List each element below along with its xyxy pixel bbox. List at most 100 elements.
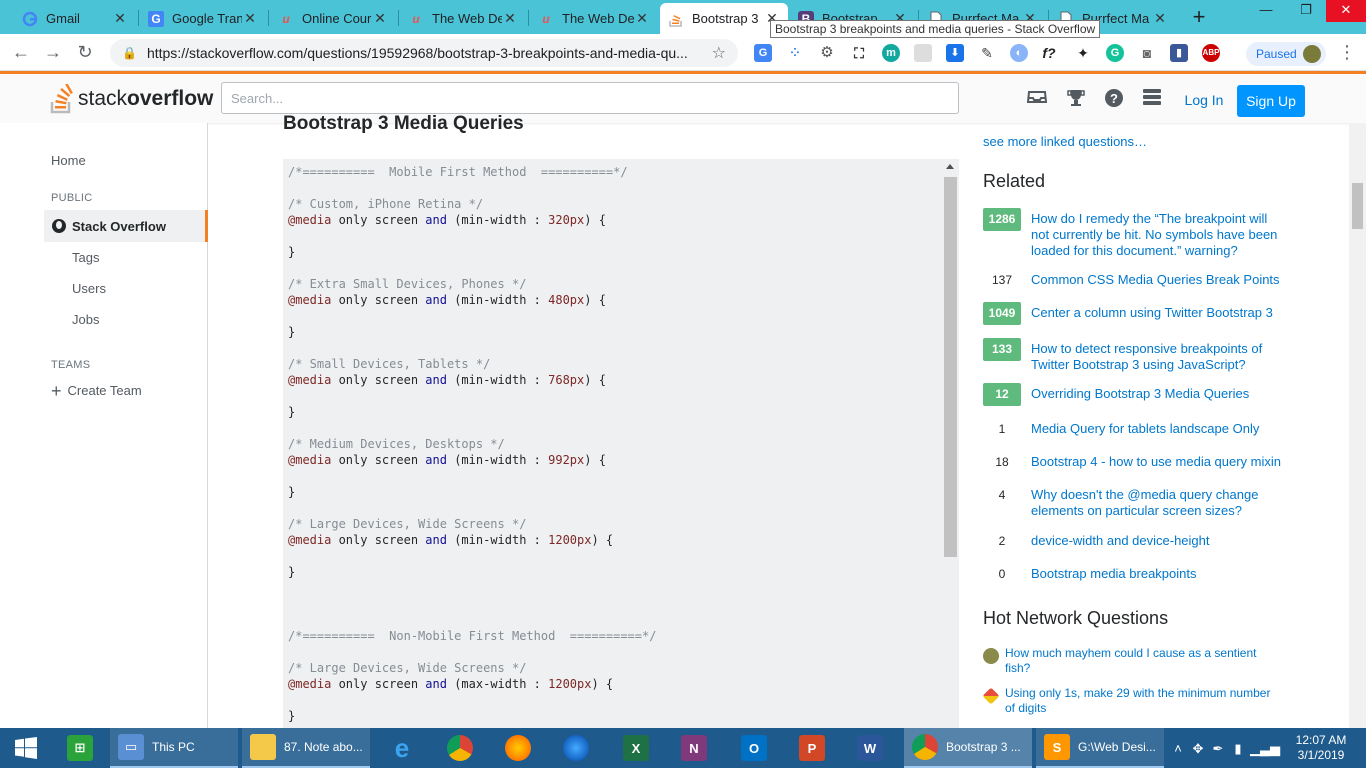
maximize-button[interactable]: ❐ — [1286, 0, 1326, 22]
code-block[interactable]: /*========== Mobile First Method =======… — [283, 159, 959, 728]
bookmark-extension-icon[interactable]: ▮ — [1170, 44, 1188, 62]
gear-extension-icon[interactable]: ⚙ — [818, 44, 836, 62]
tab-title: The Web De — [562, 11, 634, 26]
download-extension-icon[interactable]: ⬇ — [946, 44, 964, 62]
help-icon[interactable]: ? — [1103, 88, 1125, 110]
back-button[interactable]: ← — [10, 42, 32, 64]
score-badge: 18 — [983, 451, 1021, 474]
create-team-link[interactable]: + Create Team — [51, 382, 142, 400]
taskbar-chrome[interactable] — [436, 728, 484, 768]
taskbar-firefox[interactable] — [494, 728, 542, 768]
fonts-extension-icon[interactable]: f? — [1040, 44, 1058, 62]
see-more-linked-link[interactable]: see more linked questions… — [983, 134, 1147, 149]
tab-gmail[interactable]: Gmail ✕ — [14, 3, 136, 34]
nav-home[interactable]: Home — [51, 153, 86, 168]
scroll-up-arrow-icon[interactable] — [946, 164, 954, 169]
system-clock[interactable]: 12:07 AM 3/1/2019 — [1288, 733, 1354, 763]
search-input[interactable]: Search... — [221, 82, 959, 114]
taskbar-outlook[interactable]: O — [730, 728, 778, 768]
nav-tags[interactable]: Tags — [72, 250, 99, 265]
taskbar-chrome-window[interactable]: Bootstrap 3 ... — [904, 728, 1032, 768]
sign-up-button[interactable]: Sign Up — [1237, 85, 1305, 117]
related-link[interactable]: Bootstrap 4 - how to use media query mix… — [1031, 451, 1281, 470]
bookmark-star-icon[interactable]: ☆ — [712, 43, 726, 63]
site-switcher-icon[interactable] — [1141, 88, 1163, 110]
code-scrollbar-thumb[interactable] — [944, 177, 957, 557]
tray-chevron-up-icon[interactable]: ˄ — [1170, 741, 1186, 756]
stackoverflow-logo[interactable]: stack overflow — [50, 82, 213, 116]
compass-extension-icon[interactable]: ◐ — [1010, 44, 1028, 62]
taskbar-powerpoint[interactable]: P — [788, 728, 836, 768]
tab-bootstrap-3-active[interactable]: Bootstrap 3 ✕ — [660, 3, 788, 34]
code-scrollbar[interactable] — [942, 159, 959, 728]
related-link[interactable]: Media Query for tablets landscape Only — [1031, 418, 1259, 437]
word-icon: W — [857, 735, 883, 761]
close-icon[interactable]: ✕ — [502, 10, 518, 27]
m-extension-icon[interactable]: m — [882, 44, 900, 62]
taskbar-excel[interactable]: X — [612, 728, 660, 768]
related-link[interactable]: How to detect responsive breakpoints of … — [1031, 338, 1283, 373]
related-link[interactable]: Overriding Bootstrap 3 Media Queries — [1031, 383, 1249, 402]
achievements-icon[interactable] — [1065, 88, 1087, 110]
related-link[interactable]: How do I remedy the “The breakpoint will… — [1031, 208, 1283, 259]
grammarly-extension-icon[interactable]: G — [1106, 44, 1124, 62]
eyedropper-extension-icon[interactable]: ✎ — [978, 44, 996, 62]
tab-title: Bootstrap 3 — [692, 11, 759, 26]
profile-paused-button[interactable]: Paused — [1246, 42, 1326, 66]
translate-extension-icon[interactable]: G — [754, 44, 772, 62]
taskbar-word[interactable]: W — [846, 728, 894, 768]
start-button[interactable] — [0, 728, 52, 768]
close-icon[interactable]: ✕ — [1152, 10, 1168, 27]
screenshot-extension-icon[interactable]: ⛶ — [850, 44, 868, 62]
page-scrollbar[interactable] — [1349, 123, 1366, 728]
taskbar-folder[interactable]: 87. Note abo... — [242, 728, 370, 768]
page-scrollbar-thumb[interactable] — [1352, 183, 1363, 229]
reload-button[interactable]: ↻ — [74, 42, 96, 64]
related-link[interactable]: Common CSS Media Queries Break Points — [1031, 269, 1280, 288]
nav-stack-overflow[interactable]: Stack Overflow — [44, 210, 208, 242]
related-link[interactable]: Center a column using Twitter Bootstrap … — [1031, 302, 1273, 321]
related-link[interactable]: Why doesn't the @media query change elem… — [1031, 484, 1283, 519]
taskbar-this-pc[interactable]: ▭ This PC — [110, 728, 238, 768]
related-item: 1 Media Query for tablets landscape Only — [983, 418, 1283, 441]
taskbar-store[interactable]: ⊞ — [56, 728, 104, 768]
minimize-button[interactable]: — — [1246, 0, 1286, 22]
ninja-extension-icon[interactable]: ✦ — [1074, 44, 1092, 62]
pen-icon[interactable]: ✒ — [1210, 741, 1226, 757]
dots-extension-icon[interactable]: ⁘ — [786, 44, 804, 62]
grid-extension-icon[interactable] — [914, 44, 932, 62]
tab-web-dev-1[interactable]: u The Web De ✕ — [400, 3, 526, 34]
dropbox-icon[interactable]: ✥ — [1190, 741, 1206, 757]
score-badge: 1 — [983, 418, 1021, 441]
forward-button[interactable]: → — [42, 42, 64, 64]
close-icon[interactable]: ✕ — [242, 10, 258, 27]
nav-users[interactable]: Users — [72, 281, 106, 296]
profile-avatar — [1303, 45, 1321, 63]
hot-question-link[interactable]: How much mayhem could I cause as a senti… — [1005, 646, 1283, 676]
new-tab-button[interactable]: + — [1186, 5, 1212, 31]
nav-jobs[interactable]: Jobs — [72, 312, 99, 327]
close-icon[interactable]: ✕ — [634, 10, 650, 27]
related-link[interactable]: device-width and device-height — [1031, 530, 1210, 549]
tab-web-dev-2[interactable]: u The Web De ✕ — [530, 3, 658, 34]
camera-extension-icon[interactable]: ◙ — [1138, 44, 1156, 62]
close-icon[interactable]: ✕ — [112, 10, 128, 27]
battery-icon[interactable]: ▮ — [1230, 741, 1246, 757]
inbox-icon[interactable] — [1026, 88, 1048, 110]
taskbar-ie[interactable]: e — [378, 728, 426, 768]
address-bar[interactable]: 🔒 https://stackoverflow.com/questions/19… — [110, 39, 738, 67]
tab-online-courses[interactable]: u Online Cour ✕ — [270, 3, 396, 34]
google-g-icon — [22, 11, 38, 27]
taskbar-onenote[interactable]: N — [670, 728, 718, 768]
taskbar-firefox-dev[interactable] — [552, 728, 600, 768]
network-icon[interactable]: ▁▃▅ — [1250, 741, 1280, 757]
browser-menu-icon[interactable]: ⋮ — [1338, 42, 1356, 63]
log-in-button[interactable]: Log In — [1178, 85, 1230, 115]
window-close-button[interactable]: ✕ — [1326, 0, 1366, 22]
tab-google-translate[interactable]: G Google Tran ✕ — [140, 3, 266, 34]
taskbar-sublime-window[interactable]: S G:\Web Desi... — [1036, 728, 1164, 768]
close-icon[interactable]: ✕ — [372, 10, 388, 27]
hot-question-link[interactable]: Using only 1s, make 29 with the minimum … — [1005, 686, 1283, 716]
related-link[interactable]: Bootstrap media breakpoints — [1031, 563, 1196, 582]
adblock-plus-icon[interactable]: ABP — [1202, 44, 1220, 62]
